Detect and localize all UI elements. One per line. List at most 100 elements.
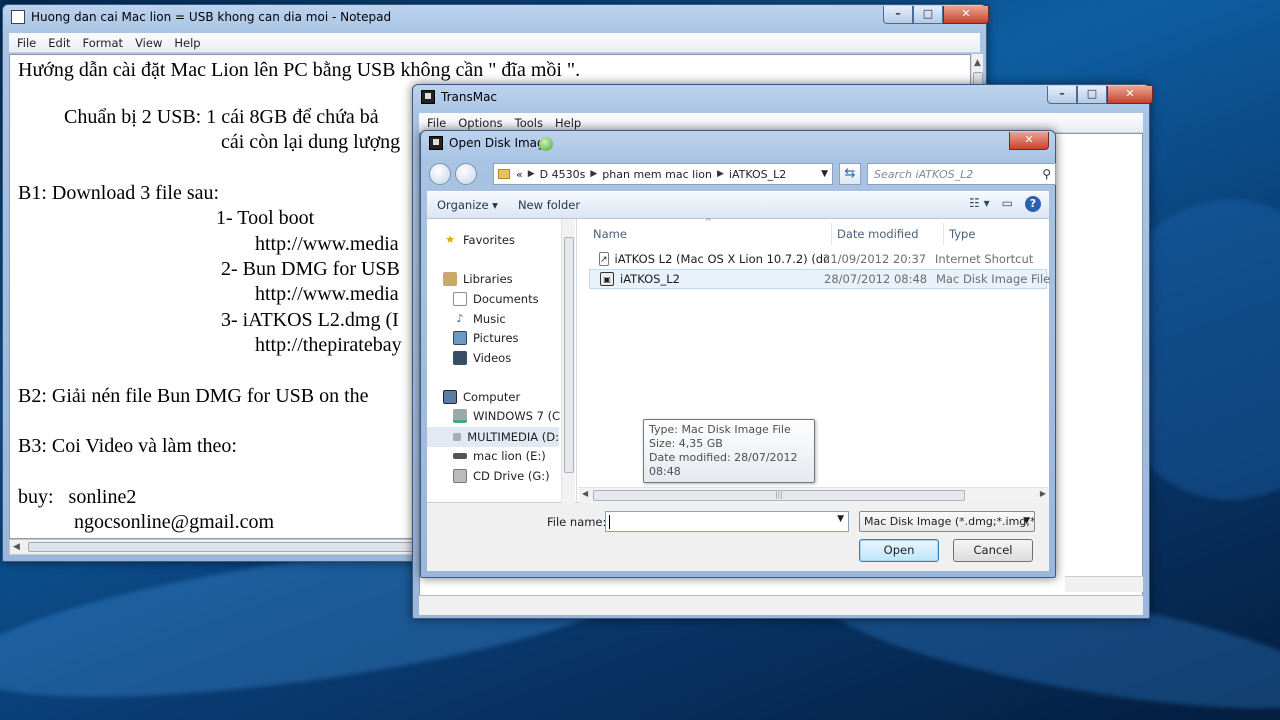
menu-tools[interactable]: Tools <box>509 116 549 130</box>
scroll-thumb[interactable] <box>564 237 574 473</box>
search-input[interactable]: Search iATKOS_L2 ⚲ <box>867 163 1056 185</box>
libraries-icon <box>443 272 457 286</box>
text-line: 2- Bun DMG for USB <box>221 258 400 280</box>
text-line: 3- iATKOS L2.dmg (I <box>221 309 399 331</box>
text-line: Hướng dẫn cài đặt Mac Lion lên PC bằng U… <box>18 59 581 81</box>
menu-edit[interactable]: Edit <box>42 36 76 50</box>
text-line: http://thepiratebay <box>255 334 402 356</box>
file-name-field[interactable]: ▼ <box>605 511 849 532</box>
file-type-cell: Mac Disk Image File <box>936 272 1051 286</box>
file-date-cell: 28/07/2012 08:48 <box>824 272 928 286</box>
scroll-thumb[interactable]: ||| <box>593 490 965 501</box>
file-list-horizontal-scrollbar[interactable]: ◀ ||| ▶ <box>579 487 1049 503</box>
nav-computer[interactable]: Computer <box>443 390 520 404</box>
videos-icon <box>453 351 467 365</box>
pictures-icon <box>453 331 467 345</box>
file-type-filter-value: Mac Disk Image (*.dmg;*.img;* <box>864 515 1035 528</box>
breadcrumb-current[interactable]: iATKOS_L2 <box>729 168 786 181</box>
minimize-button[interactable]: – <box>1047 86 1077 104</box>
menu-options[interactable]: Options <box>452 116 508 130</box>
nav-music[interactable]: ♪ Music <box>453 312 505 326</box>
close-button[interactable]: ✕ <box>943 6 989 24</box>
transmac-titlebar[interactable]: TransMac – □ ✕ <box>413 85 1153 109</box>
forward-button[interactable] <box>455 163 477 185</box>
file-name-text: iATKOS_L2 <box>620 272 680 286</box>
close-button[interactable]: ✕ <box>1009 132 1049 150</box>
text-line: ngocsonline@gmail.com <box>74 511 275 533</box>
file-name-text: iATKOS L2 (Mac OS X Lion 10.7.2) (downl.… <box>614 252 829 266</box>
transmac-status-bar <box>419 595 1143 615</box>
computer-icon <box>443 390 457 404</box>
chevron-down-icon: ▼ <box>1023 516 1030 526</box>
text-line: 1- Tool boot <box>216 207 315 229</box>
maximize-button[interactable]: □ <box>1077 86 1107 104</box>
nav-videos-label: Videos <box>473 351 512 365</box>
cd-drive-icon <box>453 469 467 483</box>
cancel-button[interactable]: Cancel <box>953 539 1033 562</box>
search-icon[interactable]: ⚲ <box>1042 167 1051 181</box>
menu-view[interactable]: View <box>129 36 168 50</box>
scroll-left-icon[interactable]: ◀ <box>13 540 20 554</box>
menu-file[interactable]: File <box>11 36 42 50</box>
menu-format[interactable]: Format <box>77 36 130 50</box>
notepad-title: Huong dan cai Mac lion = USB khong can d… <box>31 10 392 24</box>
new-folder-button[interactable]: New folder <box>508 198 590 212</box>
menu-help[interactable]: Help <box>168 36 206 50</box>
dialog-title: Open Disk Image <box>449 136 553 150</box>
open-disk-image-dialog[interactable]: Open Disk Image ✕ « ▶ D 4530s ▶ phan mem… <box>420 130 1056 578</box>
file-row[interactable]: ▣ iATKOS_L2 28/07/2012 08:48 Mac Disk Im… <box>589 269 1051 289</box>
busy-indicator-icon <box>539 137 553 151</box>
nav-libraries[interactable]: Libraries <box>443 272 513 286</box>
chevron-down-icon[interactable]: ▼ <box>837 514 844 524</box>
file-row[interactable]: ↗ iATKOS L2 (Mac OS X Lion 10.7.2) (down… <box>589 249 1047 269</box>
breadcrumb-overflow[interactable]: « <box>516 168 523 181</box>
maximize-button[interactable]: □ <box>913 6 943 24</box>
scroll-up-icon[interactable]: ▲ <box>974 56 981 70</box>
tooltip-size: Size: 4,35 GB <box>649 437 723 450</box>
column-header-type[interactable]: Type <box>949 227 975 241</box>
internet-shortcut-icon: ↗ <box>599 252 609 266</box>
open-button[interactable]: Open <box>859 539 939 562</box>
nav-drive-c[interactable]: WINDOWS 7 (C:) <box>453 409 568 423</box>
nav-pictures[interactable]: Pictures <box>453 331 519 345</box>
menu-file[interactable]: File <box>421 116 452 130</box>
transmac-horizontal-scrollbar[interactable] <box>1065 576 1143 592</box>
nav-drive-e[interactable]: mac lion (E:) <box>453 449 546 463</box>
menu-help[interactable]: Help <box>549 116 587 130</box>
nav-drive-g[interactable]: CD Drive (G:) <box>453 469 550 483</box>
scroll-right-icon[interactable]: ▶ <box>1040 489 1046 498</box>
column-header-name[interactable]: Name <box>593 227 627 241</box>
change-view-icon[interactable]: ☷ ▾ <box>969 196 990 212</box>
text-line: http://www.media <box>255 283 399 305</box>
scroll-left-icon[interactable]: ◀ <box>582 489 588 498</box>
back-button[interactable] <box>429 163 451 185</box>
nav-favorites[interactable]: ★ Favorites <box>443 233 515 247</box>
nav-videos[interactable]: Videos <box>453 351 511 365</box>
file-type-filter-select[interactable]: Mac Disk Image (*.dmg;*.img;* ▼ <box>859 511 1035 532</box>
chevron-down-icon[interactable]: ▼ <box>821 169 828 179</box>
nav-drive-d[interactable]: MULTIMEDIA (D: <box>427 427 559 447</box>
column-header-date[interactable]: Date modified <box>837 227 919 241</box>
column-divider[interactable] <box>943 223 944 245</box>
search-placeholder: Search iATKOS_L2 <box>874 168 974 181</box>
text-caret <box>609 515 610 529</box>
breadcrumb-drive[interactable]: D 4530s <box>540 168 586 181</box>
close-button[interactable]: ✕ <box>1107 86 1153 104</box>
breadcrumb-folder[interactable]: phan mem mac lion <box>602 168 712 181</box>
nav-libraries-label: Libraries <box>463 272 513 286</box>
organize-button[interactable]: Organize ▾ <box>427 198 508 212</box>
sort-ascending-icon: ^ <box>705 217 712 226</box>
nav-pane-scrollbar[interactable] <box>561 219 575 503</box>
notepad-titlebar[interactable]: Huong dan cai Mac lion = USB khong can d… <box>3 5 989 29</box>
dialog-titlebar[interactable]: Open Disk Image ✕ <box>421 131 1055 155</box>
file-name-cell: ↗ iATKOS L2 (Mac OS X Lion 10.7.2) (down… <box>599 252 829 266</box>
column-divider[interactable] <box>831 223 832 245</box>
minimize-button[interactable]: – <box>883 6 913 24</box>
preview-pane-icon[interactable]: ▭ <box>1002 196 1013 212</box>
nav-documents[interactable]: Documents <box>453 292 539 306</box>
refresh-button[interactable]: ⇆ <box>839 163 861 185</box>
windows-drive-icon <box>453 409 467 423</box>
notepad-app-icon <box>11 10 25 24</box>
help-icon[interactable]: ? <box>1025 196 1041 212</box>
breadcrumb[interactable]: « ▶ D 4530s ▶ phan mem mac lion ▶ iATKOS… <box>493 163 833 185</box>
